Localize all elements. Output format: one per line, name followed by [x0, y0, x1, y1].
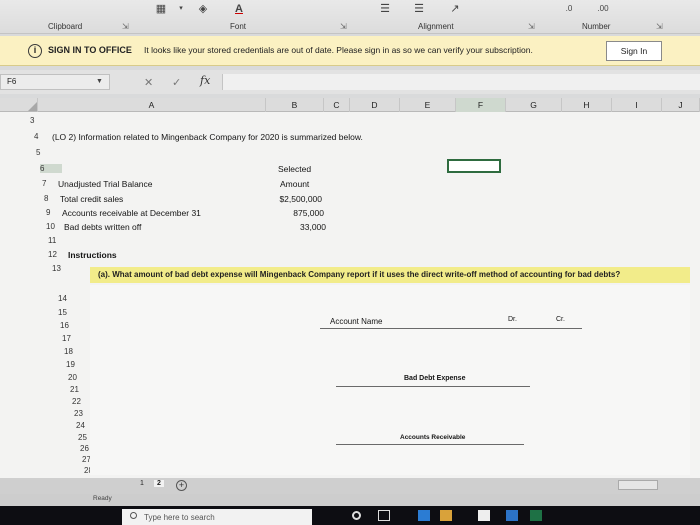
dialog-launcher-icon[interactable]: ⇲	[340, 22, 347, 31]
item-value: 875,000	[293, 208, 324, 218]
column-headers: A B C D E F G H I J	[0, 98, 700, 112]
status-text: Ready	[93, 495, 112, 502]
item-value: 33,000	[300, 222, 326, 232]
chevron-down-icon[interactable]: ▼	[96, 78, 103, 85]
enter-icon[interactable]: ✓	[172, 76, 181, 89]
column-header-b[interactable]: B	[266, 98, 324, 112]
insert-function-button[interactable]: fx	[200, 74, 210, 87]
sign-in-button[interactable]: Sign In	[606, 41, 662, 61]
column-header-d[interactable]: D	[350, 98, 400, 112]
number-group-label: Number	[582, 22, 611, 31]
windows-taskbar: Type here to search	[0, 506, 700, 525]
font-color-icon[interactable]: A	[230, 2, 248, 16]
infobar-title: SIGN IN TO OFFICE	[48, 45, 132, 55]
font-group-label: Font	[230, 22, 247, 31]
cortana-icon[interactable]	[352, 511, 361, 520]
file-explorer-icon[interactable]	[440, 510, 452, 521]
mail-icon[interactable]	[506, 510, 518, 521]
item-label: Unadjusted Trial Balance	[58, 179, 153, 189]
sheet-tabs-bar: 1 2 +	[0, 478, 700, 494]
increase-decimal-icon[interactable]: .0	[560, 2, 578, 16]
row-number[interactable]: 18	[64, 347, 86, 356]
worksheet-grid[interactable]: 3 4 5 6 7 8 9 10 11 12 13 14 15 16 17 18…	[0, 112, 700, 492]
header-underline	[320, 328, 582, 329]
intro-text: (LO 2) Information related to Mingenback…	[52, 132, 363, 142]
row-number[interactable]: 13	[52, 264, 74, 273]
chevron-down-icon[interactable]: ▾	[172, 2, 190, 16]
dialog-launcher-icon[interactable]: ⇲	[528, 22, 535, 31]
clipboard-group-label: Clipboard	[48, 22, 83, 31]
column-header-i[interactable]: I	[612, 98, 662, 112]
info-icon: i	[28, 44, 42, 58]
select-all-corner[interactable]	[0, 98, 38, 112]
store-icon[interactable]	[478, 510, 490, 521]
decrease-decimal-icon[interactable]: .00	[594, 2, 612, 16]
row-number[interactable]: 6	[40, 164, 62, 173]
orientation-icon[interactable]: ↗	[446, 2, 464, 16]
status-bar: Ready	[0, 494, 700, 506]
item-label: Total credit sales	[60, 194, 124, 204]
column-header-a[interactable]: A	[38, 98, 266, 112]
indent-icon[interactable]: ☰	[410, 2, 428, 16]
debit-header: Dr.	[508, 316, 517, 323]
edge-icon[interactable]	[418, 510, 430, 521]
item-label: Bad debts written off	[64, 222, 142, 232]
journal-entry-area	[90, 285, 690, 475]
add-sheet-button[interactable]: +	[176, 480, 187, 491]
item-value: $2,500,000	[279, 194, 322, 204]
column-header-j[interactable]: J	[662, 98, 700, 112]
row-number[interactable]: 5	[36, 148, 58, 157]
task-view-icon[interactable]	[378, 510, 390, 521]
active-cell-f6[interactable]	[447, 159, 501, 173]
cancel-icon[interactable]: ✕	[144, 76, 153, 89]
item-label: Accounts receivable at December 31	[62, 208, 201, 218]
sheet-tab-active[interactable]: 2	[154, 480, 164, 487]
taskbar-search[interactable]: Type here to search	[122, 509, 312, 525]
entry-line	[336, 386, 530, 387]
dialog-launcher-icon[interactable]: ⇲	[122, 22, 129, 31]
selected-header: Selected	[278, 164, 312, 174]
row-number[interactable]: 11	[48, 236, 70, 245]
column-header-e[interactable]: E	[400, 98, 456, 112]
name-box[interactable]: F6	[0, 74, 110, 90]
column-header-g[interactable]: G	[506, 98, 562, 112]
column-header-h[interactable]: H	[562, 98, 612, 112]
journal-line-debit: Bad Debt Expense	[404, 375, 466, 382]
sign-in-infobar: i SIGN IN TO OFFICE It looks like your s…	[0, 36, 700, 66]
amount-header: Amount	[280, 179, 310, 189]
search-placeholder: Type here to search	[144, 513, 215, 522]
formula-input[interactable]	[222, 74, 700, 90]
infobar-message: It looks like your stored credentials ar…	[144, 45, 533, 55]
column-header-c[interactable]: C	[324, 98, 350, 112]
journal-line-credit: Accounts Receivable	[400, 434, 466, 441]
table-icon[interactable]: ▦	[152, 2, 170, 16]
row-number[interactable]: 21	[70, 385, 92, 394]
search-icon	[130, 512, 137, 519]
horizontal-scrollbar[interactable]	[618, 480, 658, 490]
question-text: (a). What amount of bad debt expense wil…	[90, 267, 690, 283]
formula-bar: F6 ▼ ✕ ✓ fx	[0, 70, 700, 94]
row-number[interactable]: 17	[62, 334, 84, 343]
row-number[interactable]: 20	[68, 373, 90, 382]
account-name-header: Account Name	[330, 317, 383, 326]
row-number[interactable]: 3	[30, 116, 52, 125]
entry-line	[336, 444, 524, 445]
dialog-launcher-icon[interactable]: ⇲	[656, 22, 663, 31]
row-number[interactable]: 16	[60, 321, 82, 330]
fill-color-icon[interactable]: ◈	[194, 2, 212, 16]
row-number[interactable]: 19	[66, 360, 88, 369]
align-icon[interactable]: ☰	[376, 2, 394, 16]
column-header-f[interactable]: F	[456, 98, 506, 112]
ribbon: ▦ ▾ ◈ A ☰ ☰ ↗ .0 .00 Clipboard ⇲ Font ⇲ …	[0, 0, 700, 34]
row-number[interactable]: 15	[58, 308, 80, 317]
credit-header: Cr.	[556, 316, 565, 323]
instructions-heading: Instructions	[68, 250, 117, 260]
excel-icon[interactable]	[530, 510, 542, 521]
alignment-group-label: Alignment	[418, 22, 454, 31]
excel-window: ▦ ▾ ◈ A ☰ ☰ ↗ .0 .00 Clipboard ⇲ Font ⇲ …	[0, 0, 700, 525]
row-number[interactable]: 14	[58, 294, 80, 303]
sheet-tab[interactable]: 1	[140, 480, 144, 487]
row-number[interactable]: 12	[48, 250, 70, 259]
